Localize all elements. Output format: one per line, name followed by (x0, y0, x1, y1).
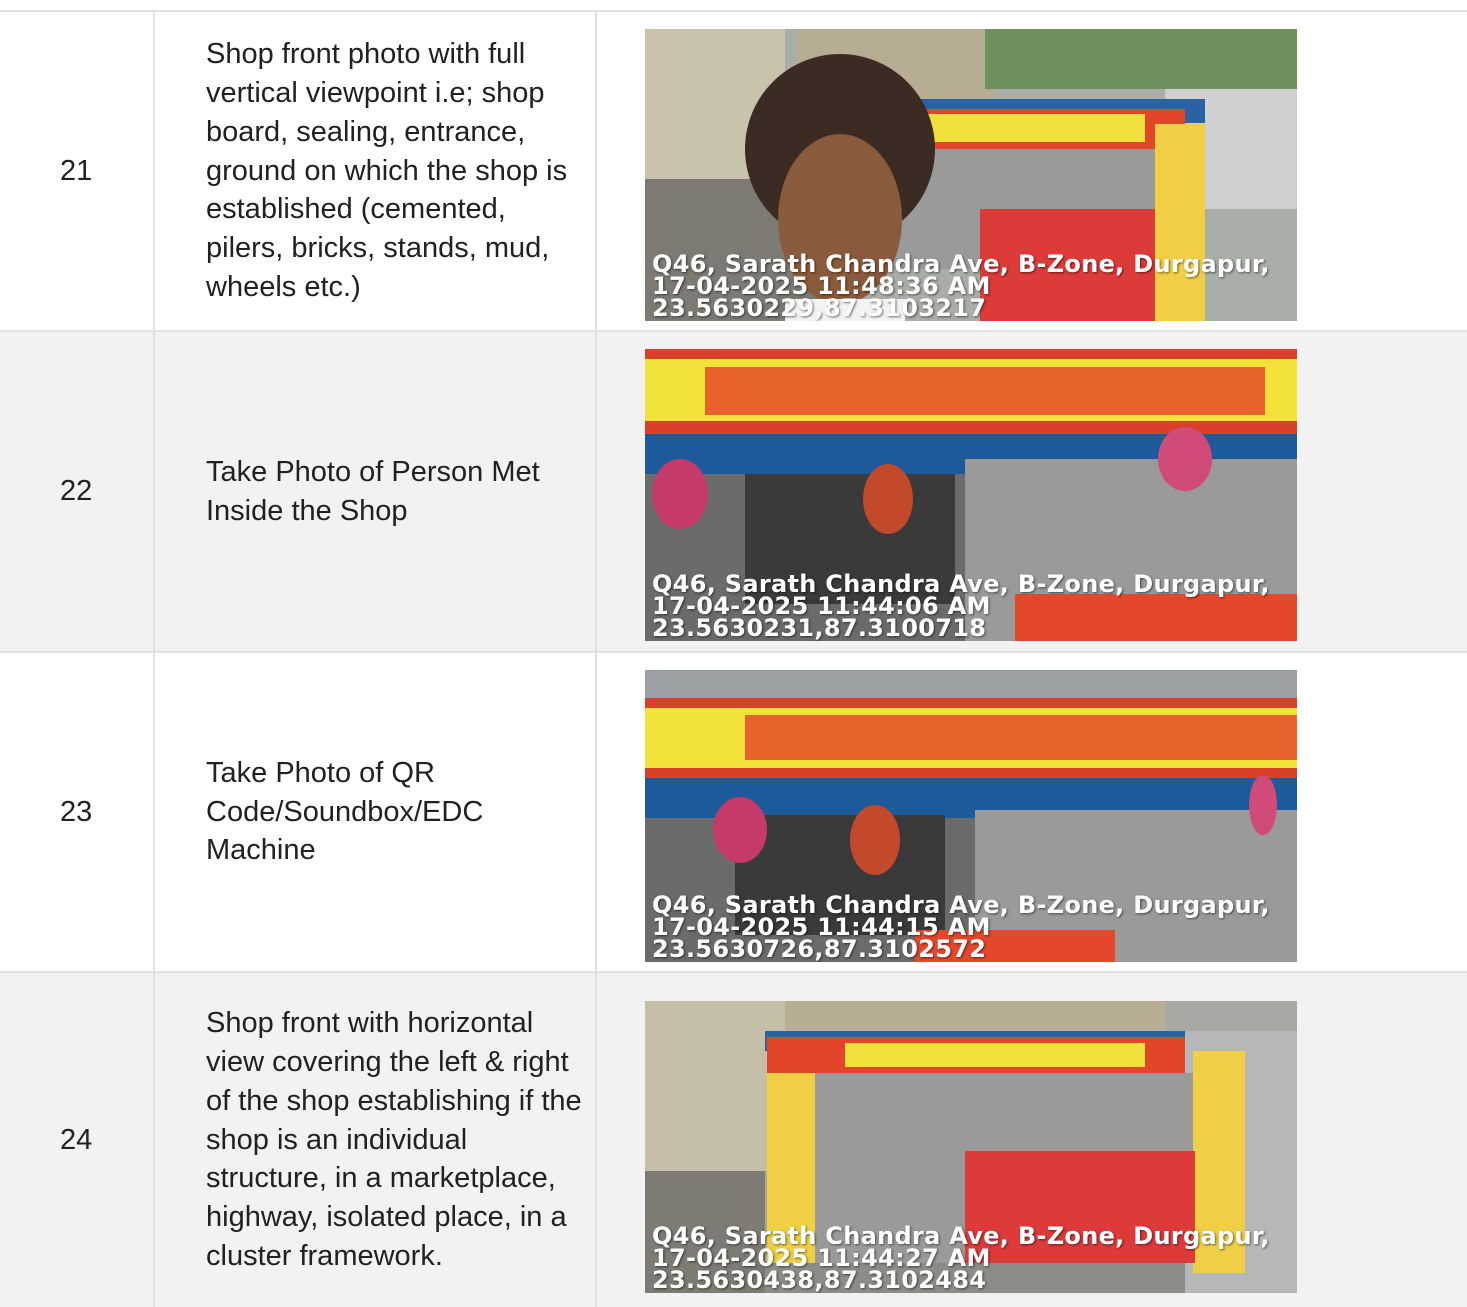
stamp-coordinates: 23.5630231,87.3100718 (652, 614, 987, 641)
geo-stamp: Q46, Sarath Chandra Ave, B-Zone, Durgapu… (652, 572, 1270, 641)
row-number-cell: 24 (0, 973, 155, 1307)
photo-cell: Q46, Sarath Chandra Ave, B-Zone, Durgapu… (597, 653, 1467, 971)
photo-cell: Q46, Sarath Chandra Ave, B-Zone, Durgapu… (597, 12, 1467, 330)
row-number: 21 (60, 154, 93, 187)
stamp-coordinates: 23.5630726,87.3102572 (652, 935, 987, 962)
table-row: 22 Take Photo of Person Met Inside the S… (0, 330, 1467, 651)
requirement-cell: Take Photo of Person Met Inside the Shop (155, 332, 597, 651)
photo-cell: Q46, Sarath Chandra Ave, B-Zone, Durgapu… (597, 973, 1467, 1307)
geo-stamp: Q46, Sarath Chandra Ave, B-Zone, Durgapu… (652, 893, 1270, 962)
stamp-coordinates: 23.5630438,87.3102484 (652, 1266, 987, 1293)
requirement-cell: Take Photo of QR Code/Soundbox/EDC Machi… (155, 653, 597, 971)
table-row: 21 Shop front photo with full vertical v… (0, 10, 1467, 330)
shop-front-horizontal-photo[interactable]: Q46, Sarath Chandra Ave, B-Zone, Durgapu… (645, 1001, 1297, 1293)
requirement-text: Shop front photo with full vertical view… (206, 37, 568, 304)
row-number: 23 (60, 795, 93, 828)
table-row: 23 Take Photo of QR Code/Soundbox/EDC Ma… (0, 651, 1467, 971)
table-row: 24 Shop front with horizontal view cover… (0, 971, 1467, 1307)
row-number: 22 (60, 475, 93, 507)
requirement-text: Take Photo of QR Code/Soundbox/EDC Machi… (206, 756, 484, 867)
person-met-photo[interactable]: Q46, Sarath Chandra Ave, B-Zone, Durgapu… (645, 349, 1297, 641)
photo-cell: Q46, Sarath Chandra Ave, B-Zone, Durgapu… (597, 332, 1467, 651)
requirement-text: Shop front with horizontal view covering… (206, 1006, 582, 1273)
row-number-cell: 23 (0, 653, 155, 971)
qr-code-soundbox-photo[interactable]: Q46, Sarath Chandra Ave, B-Zone, Durgapu… (645, 670, 1297, 962)
shop-front-selfie-photo[interactable]: Q46, Sarath Chandra Ave, B-Zone, Durgapu… (645, 29, 1297, 321)
geo-stamp: Q46, Sarath Chandra Ave, B-Zone, Durgapu… (652, 1224, 1270, 1293)
row-number: 24 (60, 1123, 93, 1156)
requirement-text: Take Photo of Person Met Inside the Shop (206, 455, 540, 527)
stamp-coordinates: 23.5630229,87.3103217 (652, 294, 987, 321)
geo-stamp: Q46, Sarath Chandra Ave, B-Zone, Durgapu… (652, 252, 1270, 321)
requirement-cell: Shop front with horizontal view covering… (155, 973, 597, 1307)
requirement-cell: Shop front photo with full vertical view… (155, 12, 597, 330)
row-number-cell: 21 (0, 12, 155, 330)
row-number-cell: 22 (0, 332, 155, 651)
